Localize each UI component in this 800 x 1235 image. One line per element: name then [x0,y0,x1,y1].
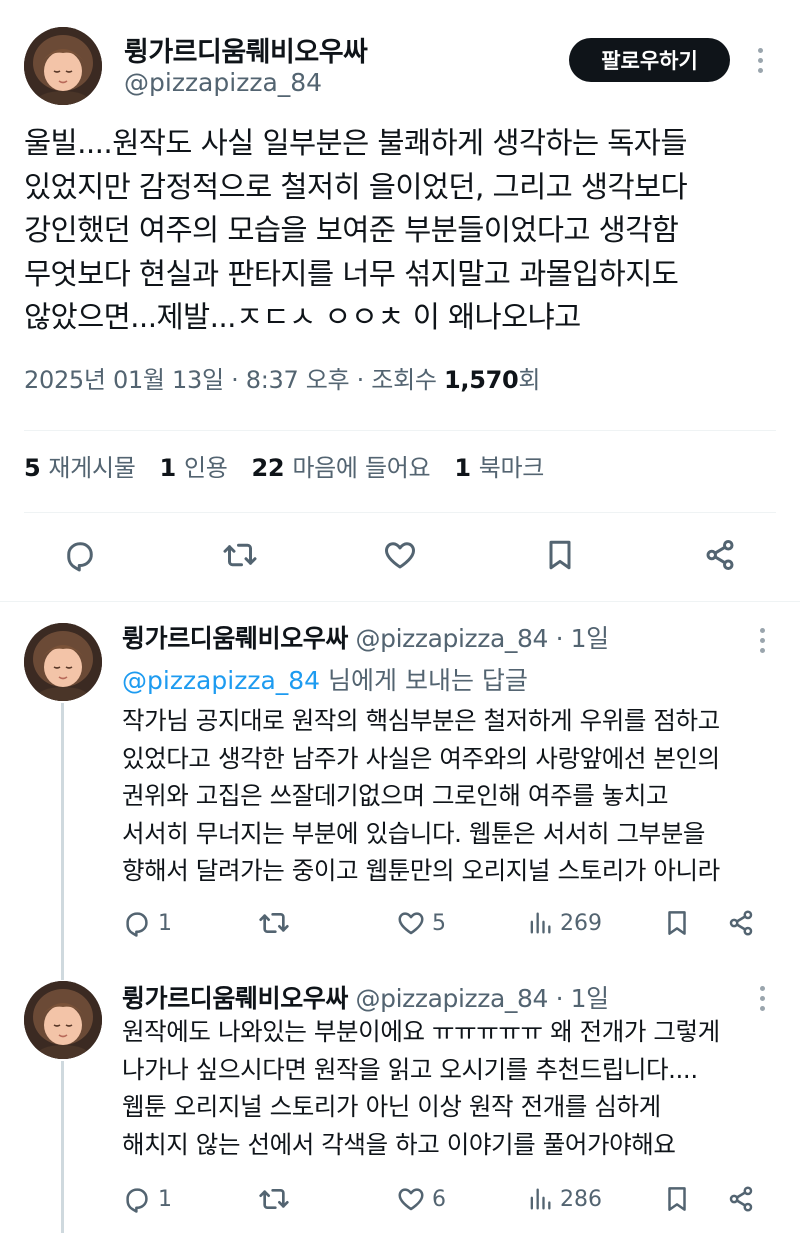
avatar-image [24,27,102,105]
reply-text-line: 향해서 달려가는 중이고 웹툰만의 오리지널 스토리가 아니라 [122,856,720,885]
reply-icon [126,1188,148,1213]
main-tweet: 륑가르디움뤠비오우싸 @pizzapizza_84 팔로우하기 울빌....원작… [0,0,800,602]
tweet-text-line: 강인했던 여주의 모습을 보여준 부분들이었다고 생각함 [24,213,679,247]
view-count-suffix: 회 [518,366,541,394]
views-icon [530,912,551,934]
like-button[interactable]: 5 [396,903,446,943]
thread-line [61,1061,64,1233]
reply-header: 륑가르디움뤠비오우싸 @pizzapizza_84 · 1일 [122,619,609,655]
bookmark-icon[interactable] [538,533,582,577]
like-count: 6 [432,1186,446,1212]
views-button[interactable]: 269 [526,903,602,943]
view-count: 269 [560,910,602,936]
engagement-stats: 5 재게시물 1 인용 22 마음에 들어요 1 북마크 [24,448,544,483]
bookmark-icon [668,911,686,935]
retweet-icon[interactable] [218,533,262,577]
timestamp-text: 2025년 01월 13일 · 8:37 오후 · 조회수 [24,366,444,394]
tweet-text: 울빌....원작도 사실 일부분은 불쾌하게 생각하는 독자들 있었지만 감정적… [24,122,780,340]
follow-button[interactable]: 팔로우하기 [569,38,730,82]
share-icon[interactable] [698,533,742,577]
reply-text: 원작에도 나와있는 부분이에요 ㅠㅠㅠㅠㅠ 왜 전개가 그렇게 나가나 싶으시다… [122,1013,782,1163]
like-count: 5 [432,910,446,936]
reply-button[interactable]: 1 [122,903,172,943]
reply-icon [126,912,148,937]
tweet-timestamp[interactable]: 2025년 01월 13일 · 8:37 오후 · 조회수 1,570회 [24,360,540,395]
more-options-icon[interactable] [752,981,772,1015]
like-icon[interactable] [378,533,422,577]
quotes-stat[interactable]: 1 인용 [160,448,228,483]
views-button[interactable]: 286 [526,1179,602,1219]
reply-icon[interactable] [58,533,102,577]
bookmarks-stat[interactable]: 1 북마크 [454,448,544,483]
author-handle-time[interactable]: @pizzapizza_84 · 1일 [348,984,610,1013]
retweet-icon [259,1189,289,1209]
reply-header: 륑가르디움뤠비오우싸 @pizzapizza_84 · 1일 [122,979,609,1015]
share-icon [729,1186,753,1212]
reply-tweet[interactable]: 륑가르디움뤠비오우싸 @pizzapizza_84 · 1일 원작에도 나와있는… [0,965,800,1235]
avatar[interactable] [24,981,102,1059]
reply-button[interactable]: 1 [122,1179,172,1219]
divider [24,430,776,431]
reply-text-line: 나가나 싶으시다면 원작을 읽고 오시기를 추천드립니다.... [122,1054,698,1084]
reposts-stat[interactable]: 5 재게시물 [24,448,136,483]
reply-text-line: 있었다고 생각한 남주가 사실은 여주와의 사랑앞에선 본인의 [122,743,720,773]
tweet-text-line: 울빌....원작도 사실 일부분은 불쾌하게 생각하는 독자들 [24,126,687,160]
avatar[interactable] [24,27,102,105]
author-name[interactable]: 륑가르디움뤠비오우싸 [124,30,368,69]
thread-line [61,703,64,980]
bookmark-button[interactable] [662,903,692,943]
views-icon [530,1188,551,1210]
tweet-text-line: 않았으면...제발...ㅈㄷㅅ ㅇㅇㅊ 이 왜나오냐고 [24,300,581,334]
reply-text-line: 해치지 않는 선에서 각색을 하고 이야기를 풀어가야해요 [122,1129,676,1159]
mention-link[interactable]: @pizzapizza_84 [122,666,320,695]
reply-count: 1 [158,1186,172,1212]
like-icon [398,912,424,935]
share-button[interactable] [726,903,756,943]
bookmark-icon [668,1187,686,1211]
avatar-image [24,623,102,701]
like-button[interactable]: 6 [396,1179,446,1219]
share-button[interactable] [726,1179,756,1219]
view-count: 286 [560,1186,602,1212]
avatar-image [24,981,102,1059]
reply-count: 1 [158,910,172,936]
tweet-text-line: 있었지만 감정적으로 철저히 을이었던, 그리고 생각보다 [24,169,688,204]
like-icon [398,1188,424,1211]
reply-actions: 1 6 286 [122,1179,762,1219]
author-handle-time[interactable]: @pizzapizza_84 · 1일 [348,624,610,653]
reply-text-line: 작가님 공지대로 원작의 핵심부분은 철저하게 우위를 점하고 [122,706,720,735]
bookmark-button[interactable] [662,1179,692,1219]
share-icon [729,910,753,936]
reply-text-line: 권위와 고집은 쓰잘데기없으며 그로인해 여주를 놓치고 [122,781,669,810]
more-options-icon[interactable] [752,623,772,657]
author-handle[interactable]: @pizzapizza_84 [124,68,322,97]
tweet-text-line: 무엇보다 현실과 판타지를 너무 섞지말고 과몰입하지도 [24,256,679,291]
author-name[interactable]: 륑가르디움뤠비오우싸 [122,624,348,653]
reply-tweet[interactable]: 륑가르디움뤠비오우싸 @pizzapizza_84 · 1일 @pizzapiz… [0,603,800,980]
author-name[interactable]: 륑가르디움뤠비오우싸 [122,984,348,1013]
retweet-icon [259,913,289,933]
view-count: 1,570 [443,366,519,394]
divider [24,512,776,513]
reply-text: 작가님 공지대로 원작의 핵심부분은 철저하게 우위를 점하고 있었다고 생각한… [122,702,782,890]
reply-text-line: 원작에도 나와있는 부분이에요 ㅠㅠㅠㅠㅠ 왜 전개가 그렇게 [122,1017,720,1046]
replying-to: @pizzapizza_84 님에게 보내는 답글 [122,666,528,695]
avatar[interactable] [24,623,102,701]
reply-actions: 1 5 269 [122,903,762,943]
retweet-button[interactable] [258,903,290,943]
reply-text-line: 서서히 무너지는 부분에 있습니다. 웹툰은 서서히 그부분을 [122,818,706,848]
likes-stat[interactable]: 22 마음에 들어요 [252,448,431,483]
reply-text-line: 웹툰 오리지널 스토리가 아닌 이상 원작 전개를 심하게 [122,1092,661,1121]
more-options-icon[interactable] [750,43,770,77]
retweet-button[interactable] [258,1179,290,1219]
